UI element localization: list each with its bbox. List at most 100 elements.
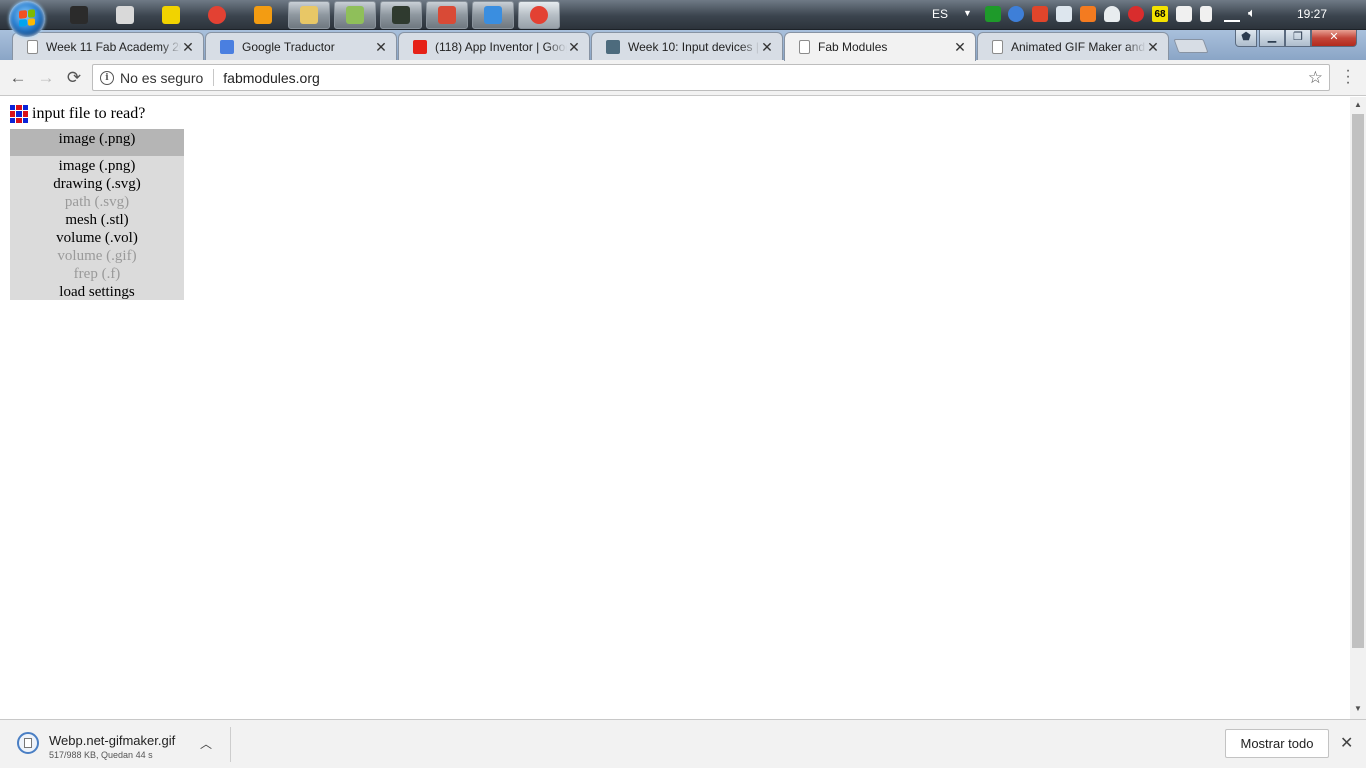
pinned-app-7-button[interactable] <box>334 1 376 29</box>
pinned-app-10-icon <box>484 6 502 24</box>
menu-option: volume (.gif) <box>57 248 137 264</box>
tab-title: (118) App Inventor | Google <box>435 39 567 54</box>
pinned-app-10-button[interactable] <box>472 1 514 29</box>
browser-toolbar: ← → ⟳ i No es seguro fabmodules.org ☆ · ·… <box>0 60 1366 96</box>
chrome-window-button[interactable] <box>518 1 560 29</box>
browser-tab[interactable]: (118) App Inventor | Google ✕ <box>398 32 590 60</box>
tray-expand-icon[interactable]: ▼ <box>963 8 972 18</box>
terminal-app-button[interactable] <box>380 1 422 29</box>
pinned-app-7-icon <box>346 6 364 24</box>
language-indicator[interactable]: ES <box>932 7 948 21</box>
browser-tab[interactable]: Week 10: Input devices | Fab✕ <box>591 32 783 60</box>
cloud-upload-icon[interactable] <box>1008 6 1024 22</box>
pinned-app-2-button[interactable] <box>104 1 146 29</box>
new-tab-button[interactable] <box>1173 39 1209 53</box>
download-progress-icon[interactable] <box>17 732 39 754</box>
tray-green-icon[interactable] <box>985 6 1001 22</box>
chrome-window-icon <box>530 6 548 24</box>
tab-title: Fab Modules <box>818 40 888 54</box>
page-icon <box>799 40 810 54</box>
back-button[interactable]: ← <box>8 68 28 88</box>
battery-icon[interactable] <box>1200 6 1212 22</box>
close-icon: ✕ <box>1329 31 1339 43</box>
close-shelf-icon[interactable]: ✕ <box>1340 733 1353 753</box>
info-icon[interactable]: i <box>100 70 114 85</box>
browser-tab[interactable]: Animated GIF Maker and ✕ <box>977 32 1169 60</box>
mega-icon[interactable] <box>1128 6 1144 22</box>
avast-icon[interactable] <box>1080 6 1096 22</box>
minimize-button[interactable]: ▁ <box>1259 30 1285 47</box>
browser-tab-strip: Week 11 Fab Academy 2018✕Google Traducto… <box>0 30 1366 61</box>
start-button[interactable] <box>9 1 45 37</box>
browser-tab[interactable]: Fab Modules ✕ <box>784 32 976 61</box>
pinned-app-9-button[interactable] <box>426 1 468 29</box>
chrome-app-button[interactable] <box>196 1 238 29</box>
close-tab-icon[interactable]: ✕ <box>953 40 967 54</box>
menu-option[interactable]: load settings <box>10 283 184 301</box>
fab-modules-logo-icon <box>10 105 28 123</box>
explorer-app-button[interactable] <box>288 1 330 29</box>
input-format-menu: image (.png) drawing (.svg) path (.svg) mes… <box>10 156 184 300</box>
tray-app-icon[interactable] <box>1032 6 1048 22</box>
tab-title: Week 10: Input devices | Fab <box>628 39 760 54</box>
close-tab-icon[interactable]: ✕ <box>374 40 388 54</box>
notification-count-badge[interactable]: 68 <box>1152 6 1168 22</box>
scroll-down-icon[interactable]: ▼ <box>1354 704 1362 713</box>
pinned-app-3-icon <box>162 6 180 24</box>
chrome-menu-button[interactable]: · · · <box>1344 63 1352 91</box>
show-all-downloads-button[interactable]: Mostrar todo <box>1225 729 1329 758</box>
tab-title: Animated GIF Maker and <box>1011 39 1146 54</box>
url-text[interactable]: fabmodules.org <box>223 70 320 86</box>
page-icon <box>992 39 1003 54</box>
onedrive-icon[interactable] <box>1104 6 1120 22</box>
file-icon <box>24 738 32 748</box>
input-prompt: input file to read? <box>32 105 146 122</box>
close-tab-icon[interactable]: ✕ <box>760 40 774 54</box>
close-tab-icon[interactable]: ✕ <box>1146 40 1160 54</box>
restore-icon: ❐ <box>1293 31 1303 43</box>
security-label[interactable]: No es seguro <box>120 70 203 86</box>
browser-tab[interactable]: Google Traductor ✕ <box>205 32 397 60</box>
input-format-select[interactable]: image (.png) <box>10 129 184 156</box>
close-window-button[interactable]: ✕ <box>1311 30 1357 47</box>
terminal-app-icon <box>392 6 410 24</box>
volume-icon[interactable]: 🔈︎ <box>1248 5 1264 21</box>
flag-icon[interactable] <box>1176 6 1192 22</box>
menu-option: path (.svg) <box>64 194 130 210</box>
close-tab-icon[interactable]: ✕ <box>181 40 195 54</box>
pinned-app-1-icon <box>70 6 88 24</box>
bookmark-star-icon[interactable]: ☆ <box>1308 68 1323 88</box>
reload-button[interactable]: ⟳ <box>64 68 84 88</box>
menu-option[interactable]: volume (.vol) <box>10 229 184 247</box>
pinned-app-1-button[interactable] <box>58 1 100 29</box>
forward-button[interactable]: → <box>36 68 56 88</box>
windows-logo-icon <box>19 9 35 27</box>
scrollbar-thumb[interactable] <box>1352 114 1364 648</box>
clock[interactable]: 19:27 <box>1297 7 1327 21</box>
tab-title: Week 11 Fab Academy 2018 <box>46 39 181 54</box>
menu-option[interactable]: drawing (.svg) <box>10 175 184 193</box>
maximize-button[interactable]: ❐ <box>1285 30 1311 47</box>
user-icon: ⬟ <box>1241 31 1251 43</box>
media-player-app-button[interactable] <box>242 1 284 29</box>
divider <box>230 727 231 762</box>
signal-icon[interactable] <box>1224 6 1240 22</box>
menu-option[interactable]: image (.png) <box>10 157 184 175</box>
download-filename[interactable]: Webp.net-gifmaker.gif <box>49 733 175 748</box>
browser-tab[interactable]: Week 11 Fab Academy 2018✕ <box>12 32 204 60</box>
hy-icon <box>606 39 620 54</box>
pinned-app-9-icon <box>438 6 456 24</box>
dropbox-icon[interactable] <box>1056 6 1072 22</box>
menu-option[interactable]: mesh (.stl) <box>10 211 184 229</box>
google-translate-icon <box>220 39 234 54</box>
profile-button[interactable]: ⬟ <box>1235 30 1257 47</box>
chevron-up-icon[interactable]: ︿ <box>200 735 212 752</box>
address-bar[interactable]: i No es seguro fabmodules.org ☆ <box>92 64 1330 91</box>
close-tab-icon[interactable]: ✕ <box>567 40 581 54</box>
scroll-up-icon[interactable]: ▲ <box>1354 100 1362 109</box>
pinned-app-2-icon <box>116 6 134 24</box>
explorer-app-icon <box>300 6 318 24</box>
vertical-scrollbar[interactable]: ▲ ▼ <box>1350 97 1366 719</box>
download-shelf: Webp.net-gifmaker.gif 517/988 KB, Quedan… <box>0 719 1366 768</box>
pinned-app-3-button[interactable] <box>150 1 192 29</box>
